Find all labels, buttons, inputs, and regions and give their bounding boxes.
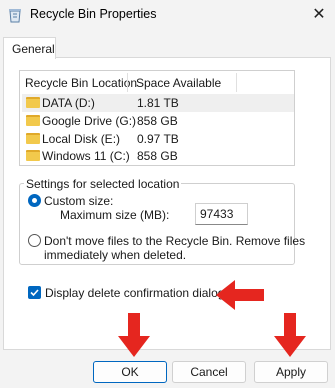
list-item[interactable]: Local Disk (E:) 0.97 TB xyxy=(22,130,294,148)
settings-group-label: Settings for selected location xyxy=(24,177,182,191)
confirm-dialog-label[interactable]: Display delete confirmation dialog xyxy=(45,286,224,300)
list-item[interactable]: DATA (D:) 1.81 TB xyxy=(22,94,294,112)
close-button[interactable]: ✕ xyxy=(303,0,335,30)
space-available: 0.97 TB xyxy=(137,132,179,146)
drive-folder-icon xyxy=(26,150,40,161)
dont-move-label-line1[interactable]: Don't move files to the Recycle Bin. Rem… xyxy=(44,234,305,248)
location-list[interactable]: Recycle Bin Location Space Available DAT… xyxy=(19,70,295,166)
dont-move-radio[interactable] xyxy=(28,234,41,247)
dont-move-label-line2[interactable]: immediately when deleted. xyxy=(44,248,186,262)
list-item[interactable]: Google Drive (G:) 858 GB xyxy=(22,112,294,130)
column-divider xyxy=(236,73,237,92)
column-header-space[interactable]: Space Available xyxy=(136,76,221,90)
confirm-dialog-checkbox[interactable] xyxy=(28,286,41,299)
column-header-location[interactable]: Recycle Bin Location xyxy=(25,76,137,90)
checkmark-icon xyxy=(30,289,39,297)
space-available: 1.81 TB xyxy=(137,96,179,110)
ok-button[interactable]: OK xyxy=(93,361,167,383)
custom-size-radio[interactable] xyxy=(28,194,41,207)
max-size-label: Maximum size (MB): xyxy=(60,208,170,222)
list-header: Recycle Bin Location Space Available xyxy=(20,71,294,94)
space-available: 858 GB xyxy=(137,149,178,163)
column-divider xyxy=(127,73,128,92)
custom-size-label[interactable]: Custom size: xyxy=(44,194,113,208)
window-title: Recycle Bin Properties xyxy=(30,7,157,21)
location-name: DATA (D:) xyxy=(42,96,95,110)
apply-button[interactable]: Apply xyxy=(254,361,328,383)
title-bar: Recycle Bin Properties ✕ xyxy=(0,0,335,30)
drive-folder-icon xyxy=(26,133,40,144)
max-size-input[interactable]: 97433 xyxy=(195,203,248,225)
tab-general[interactable]: General xyxy=(3,37,56,59)
location-name: Local Disk (E:) xyxy=(42,132,121,146)
location-name: Google Drive (G:) xyxy=(42,114,137,128)
drive-folder-icon xyxy=(26,115,40,126)
cancel-button[interactable]: Cancel xyxy=(172,361,246,383)
arrow-down-icon xyxy=(274,313,306,357)
arrow-left-icon xyxy=(216,280,264,310)
location-name: Windows 11 (C:) xyxy=(42,149,130,163)
recycle-bin-icon xyxy=(9,9,21,23)
list-item[interactable]: Windows 11 (C:) 858 GB xyxy=(22,147,294,165)
space-available: 858 GB xyxy=(137,114,178,128)
arrow-down-icon xyxy=(118,313,150,357)
drive-folder-icon xyxy=(26,97,40,108)
